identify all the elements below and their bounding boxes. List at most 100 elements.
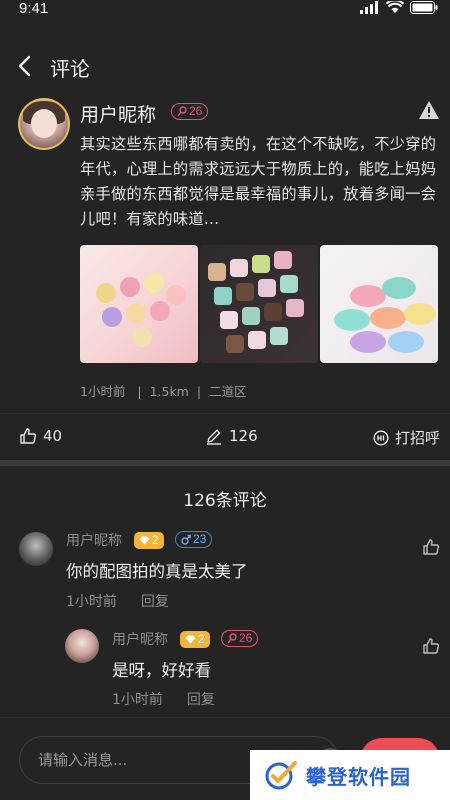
comment-text: 你的配图拍的真是太美了: [66, 562, 248, 581]
meta-divider: |: [192, 384, 206, 399]
post-username[interactable]: 用户昵称: [80, 100, 156, 127]
comment-username[interactable]: 用户昵称: [66, 530, 122, 550]
chocolate-9: [220, 311, 238, 329]
chocolate-15: [270, 327, 288, 345]
pastry-1: [96, 283, 116, 303]
thumbs-up-icon: [20, 428, 37, 444]
watermark-logo-icon: [265, 761, 297, 790]
chocolate-4: [274, 251, 292, 269]
chocolate-2: [230, 259, 248, 277]
thumbs-up-icon[interactable]: [422, 637, 440, 655]
post-time: 1小时前: [80, 384, 126, 399]
level-badge: 2: [134, 532, 164, 549]
comment-item: 用户昵称 2 23 你的配图拍的真是太美了 1小时前 回复: [0, 528, 450, 618]
chocolate-8: [280, 275, 298, 293]
macaron-5: [404, 303, 436, 325]
battery-icon: [410, 1, 438, 14]
chocolate-5: [214, 287, 232, 305]
level-value: 2: [152, 533, 159, 547]
avatar-face-shape: [31, 109, 57, 139]
greet-button[interactable]: 打招呼: [373, 427, 440, 448]
level-badge: 2: [180, 631, 210, 648]
signal-icon: [360, 1, 378, 14]
diamond-icon: [139, 536, 150, 545]
comment-meta: 1小时前 回复: [66, 591, 169, 611]
watermark-text: 攀登软件园: [306, 764, 411, 789]
chocolate-1: [208, 263, 226, 281]
female-icon: [177, 106, 187, 117]
post-meta: 1小时前 | 1.5km | 二道区: [80, 381, 247, 400]
macaron-7: [388, 331, 424, 353]
pastry-2: [120, 277, 140, 297]
gender-badge-value: 23: [193, 532, 207, 546]
comments-title: 126条评论: [183, 491, 267, 511]
chocolate-7: [258, 279, 276, 297]
post-distance: 1.5km: [149, 384, 189, 399]
meta-divider: |: [129, 384, 146, 399]
post-avatar[interactable]: [18, 98, 70, 150]
gender-badge: 26: [221, 630, 259, 647]
wifi-icon: [386, 1, 404, 13]
macaron-2: [382, 277, 416, 299]
pastry-8: [132, 327, 152, 347]
macaron-4: [370, 307, 406, 329]
pen-icon: [207, 429, 221, 445]
diamond-icon: [185, 635, 196, 644]
thumbs-up-icon[interactable]: [422, 538, 440, 556]
watermark: 攀登软件园: [250, 750, 450, 800]
comment-meta: 1小时前 回复: [112, 689, 215, 709]
gender-badge-value: 26: [189, 104, 203, 118]
action-bar: 40 126 打招呼: [0, 414, 450, 460]
macaron-1: [350, 285, 386, 307]
reply-button[interactable]: 回复: [187, 689, 215, 709]
photo-macarons[interactable]: [320, 245, 438, 363]
pastry-4: [166, 285, 186, 305]
macaron-6: [350, 331, 386, 353]
reply-button[interactable]: 回复: [141, 591, 169, 611]
chocolate-10: [242, 307, 260, 325]
pastry-3: [144, 273, 164, 293]
status-time: 9:41: [19, 0, 49, 17]
comment-text: 是呀，好好看: [112, 661, 211, 680]
comment-avatar[interactable]: [19, 532, 53, 566]
like-button[interactable]: 40: [19, 427, 62, 445]
chocolate-14: [248, 331, 266, 349]
nav-bar: 评论: [0, 44, 450, 88]
gender-badge: 23: [175, 531, 213, 548]
status-icons: [360, 1, 438, 14]
photo-chocolates[interactable]: [200, 245, 318, 363]
chocolate-13: [226, 335, 244, 353]
greet-icon: [373, 429, 389, 446]
male-icon: [181, 534, 191, 545]
level-value: 2: [198, 632, 205, 646]
chocolate-12: [286, 299, 304, 317]
comment-avatar[interactable]: [65, 629, 99, 663]
macaron-3: [334, 309, 370, 331]
pastry-5: [102, 307, 122, 327]
photo-pastries[interactable]: [80, 245, 198, 363]
section-divider: [0, 460, 450, 466]
comment-count: 126: [229, 427, 258, 445]
back-icon[interactable]: [12, 52, 40, 80]
like-count: 40: [43, 427, 63, 445]
gender-badge: 26: [171, 103, 209, 120]
avatar-hair-shape: [23, 100, 65, 124]
post-text: 其实这些东西哪都有卖的，在这个不缺吃，不少穿的年代，心理上的需求远远大于物质上的…: [80, 135, 437, 228]
comment-username[interactable]: 用户昵称: [112, 629, 168, 649]
pastry-7: [150, 301, 170, 321]
pastry-6: [126, 303, 146, 323]
post-area: 二道区: [209, 384, 247, 399]
comment-time: 1小时前: [66, 594, 117, 610]
chocolate-6: [236, 283, 254, 301]
page-title: 评论: [50, 57, 90, 81]
report-icon[interactable]: [418, 100, 440, 120]
chocolate-3: [252, 255, 270, 273]
greet-label: 打招呼: [395, 429, 441, 447]
female-icon: [227, 633, 237, 644]
gender-badge-value: 26: [239, 631, 253, 645]
status-bar: 9:41: [0, 0, 450, 18]
chocolate-11: [264, 303, 282, 321]
comment-button[interactable]: 126: [205, 427, 258, 445]
comment-time: 1小时前: [112, 692, 163, 708]
reply-item: 用户昵称 2 26 是呀，好好看 1小时前 回复: [0, 625, 450, 715]
